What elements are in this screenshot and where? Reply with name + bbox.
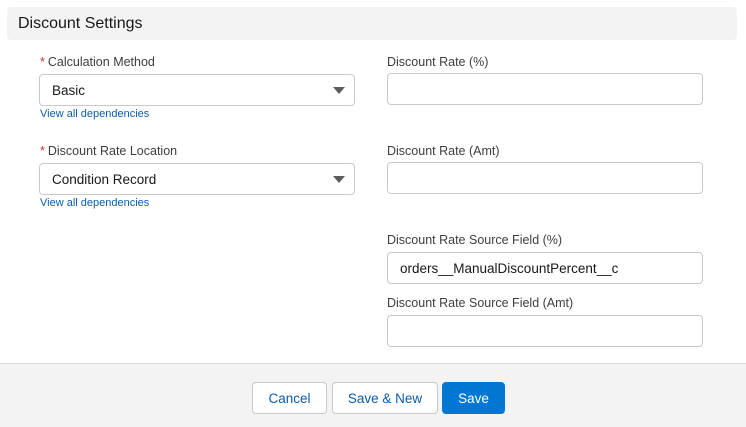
view-dependencies-link-2[interactable]: View all dependencies [40, 197, 149, 209]
discount-rate-location-value: Condition Record [52, 171, 157, 187]
chevron-down-icon [333, 176, 345, 183]
source-field-pct-input[interactable]: orders__ManualDiscountPercent__c [387, 252, 703, 284]
discount-rate-pct-label: Discount Rate (%) [387, 55, 489, 69]
required-marker: * [40, 55, 45, 69]
discount-rate-amt-input[interactable] [387, 162, 703, 194]
calculation-method-select[interactable]: Basic [39, 74, 355, 106]
footer-bar: Cancel Save & New Save [0, 363, 746, 427]
cancel-button[interactable]: Cancel [252, 382, 327, 414]
discount-rate-pct-input[interactable] [387, 73, 703, 105]
save-and-new-button[interactable]: Save & New [332, 382, 438, 414]
source-field-amt-label: Discount Rate Source Field (Amt) [387, 296, 574, 310]
discount-rate-location-select[interactable]: Condition Record [39, 163, 355, 195]
source-field-pct-label: Discount Rate Source Field (%) [387, 233, 563, 247]
chevron-down-icon [333, 87, 345, 94]
save-button[interactable]: Save [442, 382, 505, 414]
section-header: Discount Settings [7, 7, 737, 40]
calculation-method-value: Basic [52, 82, 86, 98]
calculation-method-label: * Calculation Method [40, 55, 155, 69]
required-marker: * [40, 144, 45, 158]
discount-rate-location-label: * Discount Rate Location [40, 144, 178, 158]
section-title: Discount Settings [18, 14, 143, 32]
view-dependencies-link-1[interactable]: View all dependencies [40, 108, 149, 120]
source-field-amt-input[interactable] [387, 315, 703, 347]
discount-rate-amt-label: Discount Rate (Amt) [387, 144, 500, 158]
